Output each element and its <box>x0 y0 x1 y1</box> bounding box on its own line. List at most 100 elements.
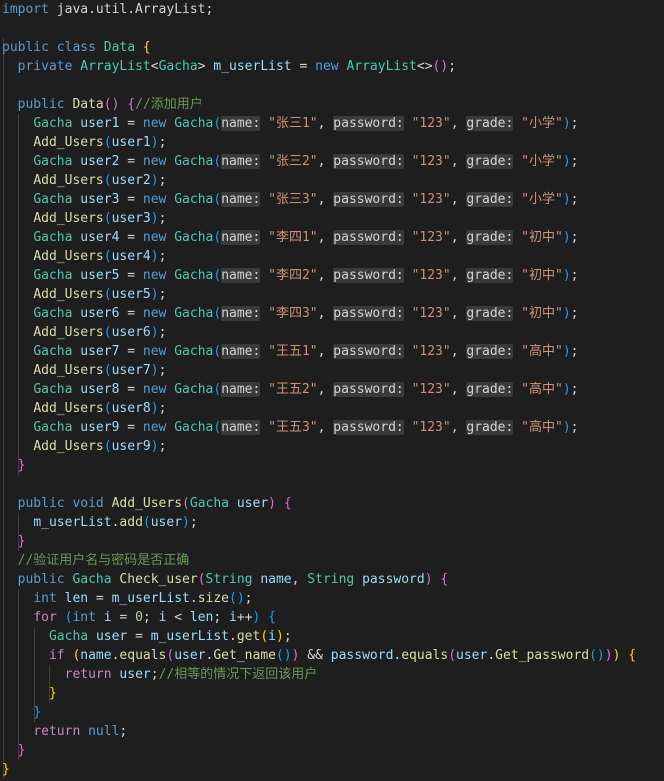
inlay-hint: grade: <box>466 192 514 207</box>
code-token: user5 <box>80 268 120 283</box>
code-line[interactable]: Add_Users(user1); <box>2 133 166 152</box>
inlay-hint: password: <box>333 268 404 283</box>
code-token: ) <box>150 363 159 378</box>
code-line[interactable]: Add_Users(user6); <box>2 323 166 342</box>
code-line[interactable]: } <box>2 684 57 703</box>
code-line[interactable]: Gacha user6 = new Gacha(name: "李四3", pas… <box>2 304 578 323</box>
code-token: return <box>33 724 81 739</box>
code-token: } <box>2 762 10 777</box>
code-line[interactable]: Gacha user4 = new Gacha(name: "李四1", pas… <box>2 228 578 247</box>
code-token: new <box>142 420 167 435</box>
code-token: Gacha <box>174 268 214 283</box>
code-line[interactable]: import java.util.ArrayList; <box>2 0 213 19</box>
code-line[interactable]: Add_Users(user7); <box>2 361 166 380</box>
code-token: len <box>64 591 89 606</box>
code-token: = <box>119 306 143 321</box>
code-token: String <box>205 572 253 587</box>
code-line[interactable]: return user;//相等的情况下返回该用户 <box>2 665 318 684</box>
code-token: Gacha <box>72 572 112 587</box>
code-line[interactable]: } <box>2 456 26 475</box>
code-token: "123" <box>411 382 451 397</box>
code-token: import <box>2 2 49 17</box>
code-line[interactable]: } <box>2 741 26 760</box>
code-token: ( <box>213 230 222 245</box>
code-token: ( <box>103 135 112 150</box>
inlay-hint: password: <box>333 230 404 245</box>
code-token: "张三1" <box>268 116 318 131</box>
code-line[interactable]: public Data() {//添加用户 <box>2 95 203 114</box>
code-line[interactable]: Gacha user = m_userList.get(i); <box>2 627 292 646</box>
code-line[interactable]: Add_Users(user4); <box>2 247 166 266</box>
code-token: ) <box>182 515 190 530</box>
code-line[interactable]: Add_Users(user9); <box>2 437 166 456</box>
code-line[interactable]: Gacha user5 = new Gacha(name: "李四2", pas… <box>2 266 578 285</box>
inlay-hint: grade: <box>466 382 514 397</box>
code-token: < <box>166 610 190 625</box>
code-line[interactable]: Gacha user2 = new Gacha(name: "张三2", pas… <box>2 152 578 171</box>
code-token: ; <box>570 382 579 397</box>
code-line[interactable]: return null; <box>2 722 127 741</box>
code-line[interactable]: Gacha user9 = new Gacha(name: "王五3", pas… <box>2 418 578 437</box>
code-line[interactable]: } <box>2 532 26 551</box>
code-line[interactable]: public void Add_Users(Gacha user) { <box>2 494 292 513</box>
code-token: user9 <box>111 439 151 454</box>
code-line[interactable]: Add_Users(user5); <box>2 285 166 304</box>
code-line[interactable]: Gacha user7 = new Gacha(name: "王五1", pas… <box>2 342 578 361</box>
code-token: Add_Users <box>33 325 104 340</box>
code-token: ; <box>283 629 292 644</box>
code-line[interactable]: for (int i = 0; i < len; i++) { <box>2 608 276 627</box>
code-line[interactable]: m_userList.add(user); <box>2 513 197 532</box>
code-line[interactable]: Gacha user8 = new Gacha(name: "王五2", pas… <box>2 380 578 399</box>
code-line[interactable]: int len = m_userList.size(); <box>2 589 252 608</box>
code-token: "初中" <box>521 230 563 245</box>
code-token: ) <box>150 401 159 416</box>
code-token: ) <box>268 496 276 511</box>
code-line[interactable]: Add_Users(user8); <box>2 399 166 418</box>
code-editor[interactable]: import java.util.ArrayList; public class … <box>0 0 664 781</box>
code-line[interactable]: public class Data { <box>2 38 151 57</box>
code-token: for <box>33 610 57 625</box>
code-token: m_userList <box>111 591 190 606</box>
code-token: ; <box>570 344 579 359</box>
code-line[interactable]: } <box>2 703 41 722</box>
code-token: ) <box>562 192 571 207</box>
code-token: ; <box>570 306 579 321</box>
code-token: size <box>197 591 230 606</box>
code-line[interactable]: Gacha user3 = new Gacha(name: "张三3", pas… <box>2 190 578 209</box>
code-line[interactable]: //验证用户名与密码是否正确 <box>2 551 190 570</box>
code-line[interactable]: Add_Users(user3); <box>2 209 166 228</box>
code-line[interactable]: public Gacha Check_user(String name, Str… <box>2 570 449 589</box>
inlay-hint: name: <box>221 192 261 207</box>
code-token: //添加用户 <box>135 97 203 112</box>
code-token: public <box>17 496 65 511</box>
code-token: ( <box>142 515 151 530</box>
code-token: user1 <box>80 116 120 131</box>
code-line[interactable]: if (name.equals(user.Get_name()) && pass… <box>2 646 636 665</box>
code-token: ; <box>158 325 167 340</box>
code-line[interactable]: Gacha user1 = new Gacha(name: "张三1", pas… <box>2 114 578 133</box>
inlay-hint: name: <box>221 230 261 245</box>
code-token: ( <box>103 325 112 340</box>
code-line[interactable]: Add_Users(user2); <box>2 171 166 190</box>
code-token: "王五3" <box>268 420 318 435</box>
code-line[interactable]: private ArrayList<Gacha> m_userList = ne… <box>2 57 456 76</box>
code-token: ; <box>158 401 167 416</box>
code-token: , <box>450 230 467 245</box>
code-line[interactable]: } <box>2 760 10 779</box>
code-token: ( <box>213 420 222 435</box>
code-token: ( <box>213 306 222 321</box>
code-token: name <box>80 648 112 663</box>
